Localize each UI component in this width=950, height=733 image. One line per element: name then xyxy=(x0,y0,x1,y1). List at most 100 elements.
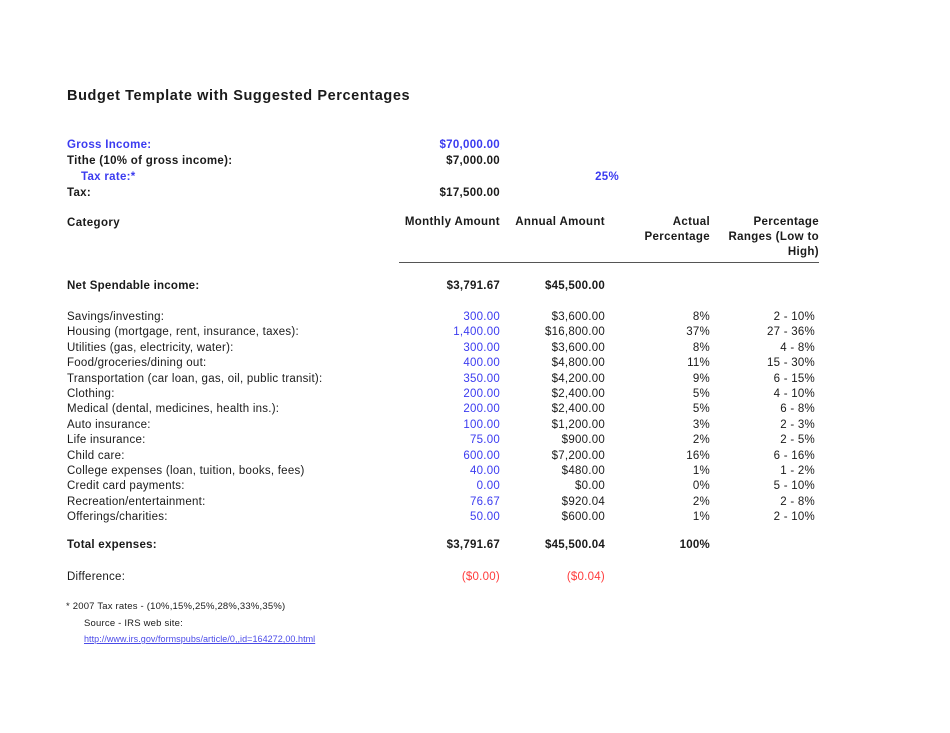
expense-label: Recreation/entertainment: xyxy=(67,495,206,508)
expense-actual-percentage: 0% xyxy=(692,480,710,493)
page-title: Budget Template with Suggested Percentag… xyxy=(67,88,411,104)
expense-percentage-range: 27 - 36% xyxy=(766,326,815,339)
expense-annual-amount: $920.04 xyxy=(561,495,605,508)
expense-annual-amount: $16,800.00 xyxy=(544,326,605,339)
expense-annual-amount: $480.00 xyxy=(561,465,605,477)
expense-monthly-amount[interactable]: 600.00 xyxy=(400,450,500,462)
expense-row: Transportation (car loan, gas, oil, publ… xyxy=(67,373,819,388)
expense-label: Life insurance: xyxy=(67,434,146,447)
total-expenses-row: Total expenses: $3,791.67 $45,500.04 100… xyxy=(67,539,819,554)
expense-percentage-range: 6 - 8% xyxy=(780,403,815,416)
expense-row: College expenses (loan, tuition, books, … xyxy=(67,465,819,480)
header-annual-amount: Annual Amount xyxy=(515,216,605,228)
expense-label: Food/groceries/dining out: xyxy=(67,357,207,370)
expense-actual-percentage: 2% xyxy=(692,495,710,508)
expense-row: Credit card payments: 0.00 $0.00 0% 5 - 10% xyxy=(67,480,819,495)
expense-percentage-range: 5 - 10% xyxy=(773,480,815,493)
expense-row: Recreation/entertainment: 76.67 $920.04 2% 2… xyxy=(67,496,819,511)
expense-annual-amount: $2,400.00 xyxy=(551,403,605,416)
expense-monthly-amount[interactable]: 0.00 xyxy=(400,480,500,492)
difference-label: Difference: xyxy=(67,571,126,583)
footnote-tax-rates: * 2007 Tax rates - (10%,15%,25%,28%,33%,… xyxy=(66,601,286,612)
tax-rate-value[interactable]: 25% xyxy=(514,171,619,183)
net-spendable-income-row: Net Spendable income: $3,791.67 $45,500.… xyxy=(67,280,819,295)
expense-label: Child care: xyxy=(67,449,125,462)
tax-value: $17,500.00 xyxy=(439,187,500,199)
expense-label: Clothing: xyxy=(67,388,115,400)
budget-worksheet: Budget Template with Suggested Percentag… xyxy=(0,0,950,733)
header-divider xyxy=(399,262,819,263)
expense-monthly-amount[interactable]: 400.00 xyxy=(400,357,500,369)
expense-annual-amount: $3,600.00 xyxy=(551,341,605,354)
irs-url-link[interactable]: http://www.irs.gov/formspubs/article/0,,… xyxy=(84,634,315,644)
expense-annual-amount: $1,200.00 xyxy=(551,418,605,431)
gross-income-label: Gross Income: xyxy=(67,139,152,151)
expense-row: Offerings/charities: 50.00 $600.00 1% 2 - 10… xyxy=(67,511,819,526)
expense-monthly-amount[interactable]: 350.00 xyxy=(400,373,500,385)
expense-actual-percentage: 37% xyxy=(686,326,710,339)
expense-monthly-amount[interactable]: 100.00 xyxy=(400,419,500,431)
net-spendable-annual: $45,500.00 xyxy=(544,280,605,292)
expense-percentage-range: 6 - 16% xyxy=(773,449,815,462)
expense-row: Housing (mortgage, rent, insurance, taxe… xyxy=(67,326,819,341)
total-expenses-label: Total expenses: xyxy=(67,539,157,551)
expense-monthly-amount[interactable]: 76.67 xyxy=(400,496,500,508)
header-actual-percentage: Actual Percentage xyxy=(644,216,710,243)
tax-rate-label: Tax rate:* xyxy=(81,171,136,183)
expense-annual-amount: $4,200.00 xyxy=(551,372,605,385)
footnote-source: Source - IRS web site: xyxy=(84,618,183,629)
expense-row: Medical (dental, medicines, health ins.)… xyxy=(67,403,819,418)
total-expenses-monthly: $3,791.67 xyxy=(446,539,500,551)
net-spendable-label: Net Spendable income: xyxy=(67,280,200,292)
expense-percentage-range: 4 - 10% xyxy=(773,388,815,400)
expense-annual-amount: $4,800.00 xyxy=(551,357,605,370)
gross-income-value[interactable]: $70,000.00 xyxy=(400,139,500,151)
expense-monthly-amount[interactable]: 50.00 xyxy=(400,511,500,523)
expense-percentage-range: 2 - 10% xyxy=(773,511,815,524)
expense-percentage-range: 2 - 5% xyxy=(780,434,815,447)
expense-actual-percentage: 16% xyxy=(686,449,710,462)
expense-row: Clothing: 200.00 $2,400.00 5% 4 - 10% xyxy=(67,388,819,403)
expense-annual-amount: $3,600.00 xyxy=(551,311,605,323)
total-expenses-actual: 100% xyxy=(679,539,710,551)
expense-row: Auto insurance: 100.00 $1,200.00 3% 2 - 3% xyxy=(67,419,819,434)
expense-actual-percentage: 8% xyxy=(692,311,710,323)
expense-percentage-range: 2 - 3% xyxy=(780,418,815,431)
expense-actual-percentage: 1% xyxy=(692,465,710,477)
expense-annual-amount: $900.00 xyxy=(561,434,605,447)
difference-row: Difference: ($0.00) ($0.04) xyxy=(67,571,819,586)
expense-monthly-amount[interactable]: 300.00 xyxy=(400,311,500,323)
expense-percentage-range: 2 - 8% xyxy=(780,495,815,508)
expense-percentage-range: 4 - 8% xyxy=(780,341,815,354)
expense-annual-amount: $600.00 xyxy=(561,511,605,524)
expense-label: Utilities (gas, electricity, water): xyxy=(67,341,234,354)
tithe-row: Tithe (10% of gross income): $7,000.00 xyxy=(67,155,819,170)
expense-actual-percentage: 5% xyxy=(692,388,710,400)
expense-monthly-amount[interactable]: 40.00 xyxy=(400,465,500,477)
expense-monthly-amount[interactable]: 300.00 xyxy=(400,342,500,354)
expense-row: Child care: 600.00 $7,200.00 16% 6 - 16% xyxy=(67,450,819,465)
table-header-row: Monthly Amount Annual Amount Actual Perc… xyxy=(400,215,819,260)
expense-monthly-amount[interactable]: 1,400.00 xyxy=(400,326,500,338)
expense-monthly-amount[interactable]: 200.00 xyxy=(400,388,500,400)
expense-label: College expenses (loan, tuition, books, … xyxy=(67,465,305,477)
expense-actual-percentage: 11% xyxy=(687,357,710,370)
net-spendable-monthly: $3,791.67 xyxy=(446,280,500,292)
expense-percentage-range: 1 - 2% xyxy=(780,465,815,477)
expense-actual-percentage: 8% xyxy=(692,341,710,354)
expense-percentage-range: 15 - 30% xyxy=(766,357,815,370)
expense-row: Utilities (gas, electricity, water): 300.… xyxy=(67,342,819,357)
expense-row: Life insurance: 75.00 $900.00 2% 2 - 5% xyxy=(67,434,819,449)
expense-monthly-amount[interactable]: 200.00 xyxy=(400,403,500,415)
expense-monthly-amount[interactable]: 75.00 xyxy=(400,434,500,446)
expense-actual-percentage: 9% xyxy=(692,372,710,385)
expense-label: Savings/investing: xyxy=(67,311,165,323)
header-percentage-ranges: Percentage Ranges (Low to High) xyxy=(728,216,819,258)
tax-row: Tax: $17,500.00 xyxy=(67,187,819,202)
tax-rate-row: Tax rate:* 25% xyxy=(67,171,819,186)
expense-actual-percentage: 3% xyxy=(692,418,710,431)
expense-label: Auto insurance: xyxy=(67,418,151,431)
header-category: Category xyxy=(67,217,121,229)
gross-income-row: Gross Income: $70,000.00 xyxy=(67,139,819,154)
expense-annual-amount: $2,400.00 xyxy=(551,388,605,400)
